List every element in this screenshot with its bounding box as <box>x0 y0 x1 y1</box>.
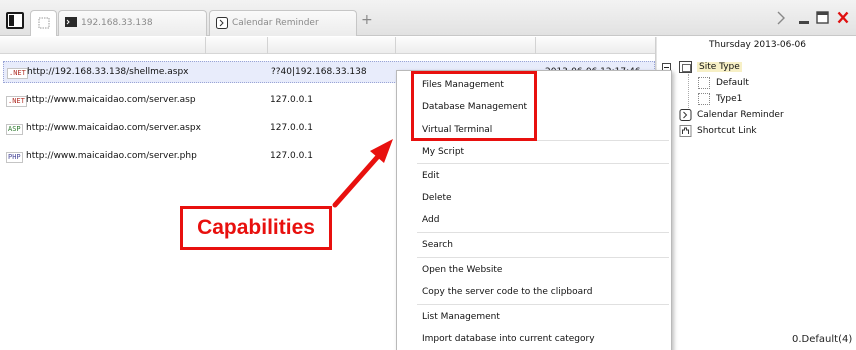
capabilities-callout: Capabilities <box>180 206 332 250</box>
callout-label: Capabilities <box>197 216 315 239</box>
annotation-arrow-icon <box>332 139 393 208</box>
